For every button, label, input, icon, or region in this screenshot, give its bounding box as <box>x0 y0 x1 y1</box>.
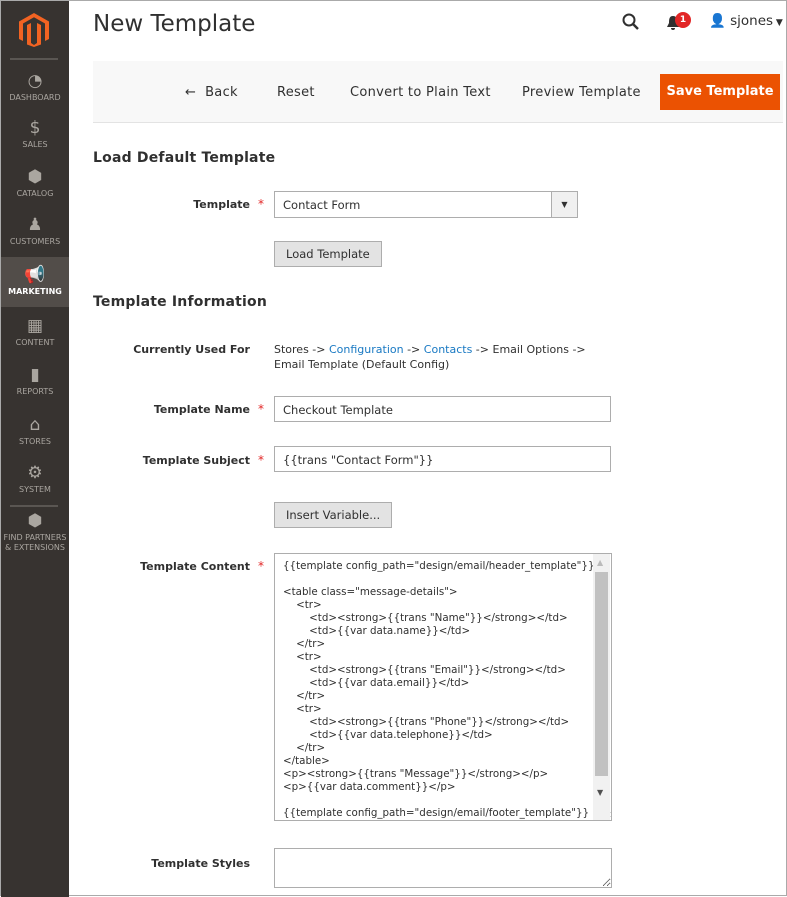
sidebar-item-label: SALES <box>22 140 48 149</box>
user-menu[interactable]: 👤 sjones ▼ <box>709 13 783 29</box>
sidebar-item-label: STORES <box>19 437 51 446</box>
preview-template-button[interactable]: Preview Template <box>522 85 641 100</box>
page-actions-bar: ← Back Reset Convert to Plain Text Previ… <box>93 61 783 123</box>
template-subject-input[interactable]: {{trans "Contact Form"}} <box>274 446 611 472</box>
template-content-textarea[interactable]: {{template config_path="design/email/hea… <box>274 553 612 821</box>
user-name: sjones <box>730 13 774 29</box>
template-name-label: Template Name <box>153 403 250 416</box>
sidebar-item-label: CATALOG <box>16 189 54 198</box>
template-styles-textarea[interactable] <box>274 848 612 888</box>
reset-button[interactable]: Reset <box>277 85 315 100</box>
caret-down-icon: ▼ <box>773 18 783 28</box>
sidebar-item-label: SYSTEM <box>19 485 51 494</box>
gear-icon: ⚙ <box>27 463 43 483</box>
person-icon: ♟ <box>27 215 43 235</box>
page-title: New Template <box>93 11 256 37</box>
template-label: Template <box>193 198 250 211</box>
sidebar-item-marketing[interactable]: 📢 MARKETING <box>1 257 69 307</box>
template-select-value: Contact Form <box>283 198 361 212</box>
notifications-button[interactable]: 1 <box>666 12 691 35</box>
required-mark: * <box>258 402 264 416</box>
admin-sidebar: ◔ DASHBOARD $ SALES ⬢ CATALOG ♟ CUSTOMERS 📢 MARKE… <box>1 1 69 897</box>
box-icon: ⬢ <box>27 167 43 187</box>
divider <box>10 505 58 507</box>
convert-plain-text-button[interactable]: Convert to Plain Text <box>350 85 491 100</box>
sidebar-item-reports[interactable]: ▮ REPORTS <box>1 363 69 407</box>
arrow-left-icon: ← <box>185 85 197 100</box>
back-label: Back <box>205 85 238 100</box>
template-content-label: Template Content <box>140 560 250 573</box>
blocks-icon: ⬢ <box>27 511 43 531</box>
sidebar-item-label: CONTENT <box>15 338 55 347</box>
dollar-icon: $ <box>29 118 41 138</box>
required-mark: * <box>258 559 264 573</box>
template-name-input[interactable]: Checkout Template <box>274 396 611 422</box>
chevron-down-icon[interactable]: ▼ <box>551 192 577 217</box>
sidebar-item-label: CUSTOMERS <box>9 237 61 246</box>
magento-logo[interactable] <box>19 13 49 47</box>
sidebar-item-label: DASHBOARD <box>9 93 61 102</box>
content-scrollbar[interactable]: ▼ ▲ <box>593 554 610 820</box>
contacts-link[interactable]: Contacts <box>424 343 473 356</box>
sidebar-item-label: MARKETING <box>8 287 62 296</box>
template-styles-label: Template Styles <box>151 857 250 870</box>
bar-chart-icon: ▮ <box>30 365 40 385</box>
sidebar-item-stores[interactable]: ⌂ STORES <box>1 413 69 457</box>
divider <box>10 58 58 60</box>
template-subject-label: Template Subject <box>142 454 250 467</box>
currently-used-for-value: Stores -> Configuration -> Contacts -> E… <box>274 343 586 371</box>
sidebar-item-sales[interactable]: $ SALES <box>1 116 69 160</box>
megaphone-icon: 📢 <box>24 265 46 285</box>
scroll-up-icon[interactable]: ▲ <box>597 558 603 567</box>
back-button[interactable]: ← Back <box>185 85 238 100</box>
insert-variable-button[interactable]: Insert Variable... <box>274 502 393 528</box>
sidebar-item-customers[interactable]: ♟ CUSTOMERS <box>1 213 69 257</box>
sidebar-item-label: REPORTS <box>16 387 54 396</box>
notification-count-badge: 1 <box>675 12 691 28</box>
currently-used-for-label: Currently Used For <box>133 343 250 356</box>
search-icon[interactable] <box>622 13 640 31</box>
sidebar-item-system[interactable]: ⚙ SYSTEM <box>1 461 69 505</box>
store-icon: ⌂ <box>29 415 41 435</box>
scroll-down-icon[interactable]: ▼ <box>597 788 603 797</box>
sidebar-item-catalog[interactable]: ⬢ CATALOG <box>1 165 69 209</box>
load-template-button[interactable]: Load Template <box>274 241 382 267</box>
user-icon: 👤 <box>709 13 726 29</box>
template-information-heading: Template Information <box>93 294 268 310</box>
sidebar-item-label: FIND PARTNERS & EXTENSIONS <box>3 533 67 552</box>
required-mark: * <box>258 197 264 211</box>
load-default-heading: Load Default Template <box>93 150 276 166</box>
sidebar-item-find[interactable]: ⬢ FIND PARTNERS & EXTENSIONS <box>1 509 69 553</box>
scrollbar-thumb[interactable] <box>595 572 608 776</box>
dashboard-icon: ◔ <box>27 71 43 91</box>
layout-icon: ▦ <box>26 316 44 336</box>
sidebar-item-dashboard[interactable]: ◔ DASHBOARD <box>1 69 69 113</box>
sidebar-item-content[interactable]: ▦ CONTENT <box>1 314 69 358</box>
required-mark: * <box>258 453 264 467</box>
save-template-button[interactable]: Save Template <box>660 74 780 110</box>
configuration-link[interactable]: Configuration <box>329 343 404 356</box>
template-select[interactable]: Contact Form ▼ <box>274 191 578 218</box>
